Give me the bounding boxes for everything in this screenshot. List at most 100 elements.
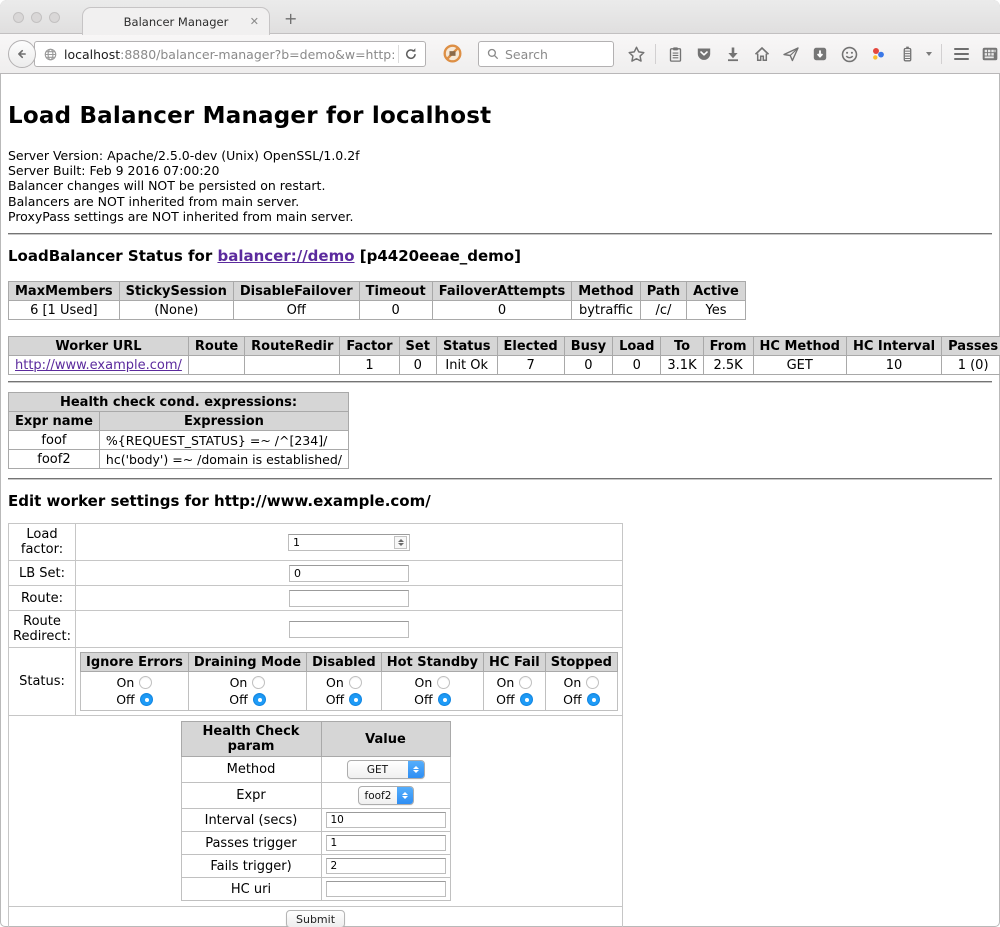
header-cell: Expression xyxy=(99,412,348,431)
header-cell: Timeout xyxy=(359,282,432,301)
disabled-on-radio[interactable] xyxy=(349,676,362,689)
header-cell: Worker URL xyxy=(9,337,189,356)
data-cell: 0 xyxy=(432,301,572,320)
hc-uri-cell xyxy=(321,878,450,901)
submit-cell: Submit xyxy=(9,907,623,927)
draining-mode-off-radio[interactable] xyxy=(253,693,266,706)
stopped-on-radio[interactable] xyxy=(586,676,599,689)
search-bar[interactable] xyxy=(478,41,614,67)
back-button[interactable] xyxy=(8,40,36,68)
hamburger-menu-icon[interactable] xyxy=(951,44,971,64)
hc-uri-input[interactable] xyxy=(326,881,446,897)
data-cell xyxy=(245,356,340,375)
hello-smiley-icon[interactable] xyxy=(839,44,859,64)
data-cell: 0 xyxy=(613,356,661,375)
route-redirect-input[interactable] xyxy=(289,621,409,638)
hc-uri-label: HC uri xyxy=(181,878,321,901)
off-label: Off xyxy=(496,692,514,707)
search-input[interactable] xyxy=(505,47,600,62)
header-cell: Path xyxy=(640,282,686,301)
grid-icon[interactable] xyxy=(980,44,1000,64)
health-check-expressions-table: Health check cond. expressions: Expr nam… xyxy=(8,392,349,469)
toolbar-buttons xyxy=(626,34,1000,74)
method-label: Method xyxy=(181,757,321,783)
hc-expr-row: Expr foof2 xyxy=(181,783,450,809)
number-spinner[interactable] xyxy=(394,536,407,549)
hc-fail-off-radio[interactable] xyxy=(520,693,533,706)
passes-cell xyxy=(321,832,450,855)
draining-mode-on-radio[interactable] xyxy=(252,676,265,689)
minimize-window-button[interactable] xyxy=(31,12,42,23)
submit-button[interactable]: Submit xyxy=(286,910,345,927)
data-cell: Yes xyxy=(687,301,746,320)
header-cell: Active xyxy=(687,282,746,301)
hc-fails-row: Fails trigger) xyxy=(181,855,450,878)
off-label: Off xyxy=(229,692,247,707)
save-page-icon[interactable] xyxy=(810,44,830,64)
expr-value: foof2 xyxy=(359,790,398,802)
close-window-button[interactable] xyxy=(13,12,24,23)
reload-icon[interactable] xyxy=(403,46,419,62)
pocket-icon[interactable] xyxy=(694,44,714,64)
battery-icon[interactable] xyxy=(897,44,917,64)
overflow-caret-icon[interactable] xyxy=(926,52,932,56)
status-col-hc-fail: HC Fail xyxy=(484,653,546,672)
load-factor-cell xyxy=(76,524,623,561)
ignore-errors-on-radio[interactable] xyxy=(139,676,152,689)
passes-input[interactable] xyxy=(326,835,446,851)
toolbar-separator xyxy=(655,44,656,64)
expr-select[interactable]: foof2 xyxy=(358,786,414,805)
content-blocker-icon[interactable] xyxy=(442,43,463,64)
expression-cell: %{REQUEST_STATUS} =~ /^[234]/ xyxy=(99,431,348,450)
home-icon[interactable] xyxy=(752,44,772,64)
hc-uri-row: HC uri xyxy=(181,878,450,901)
lb-set-input[interactable] xyxy=(289,565,409,582)
method-select[interactable]: GET xyxy=(347,760,425,779)
send-tab-icon[interactable] xyxy=(781,44,801,64)
persist-note-line: Balancer changes will NOT be persisted o… xyxy=(8,178,992,193)
hot-standby-off-radio[interactable] xyxy=(438,693,451,706)
downloads-icon[interactable] xyxy=(723,44,743,64)
ignore-errors-off-radio[interactable] xyxy=(140,693,153,706)
status-col-hot-standby: Hot Standby xyxy=(381,653,483,672)
expr-name-cell: foof2 xyxy=(9,450,100,469)
disabled-off-radio[interactable] xyxy=(349,693,362,706)
bookmark-star-icon[interactable] xyxy=(626,44,646,64)
url-bar[interactable]: localhost:8880/balancer-manager?b=demo&w… xyxy=(34,41,426,67)
table-title-row: Health check cond. expressions: xyxy=(9,393,349,412)
tab-close-icon[interactable]: ✕ xyxy=(250,15,259,28)
select-chevrons-icon xyxy=(408,761,424,778)
hc-method-row: Method GET xyxy=(181,757,450,783)
header-cell: Value xyxy=(321,722,450,757)
hot-standby-on-radio[interactable] xyxy=(437,676,450,689)
table-row: 6 [1 Used] (None) Off 0 0 bytraffic /c/ … xyxy=(9,301,746,320)
fails-input[interactable] xyxy=(326,858,446,874)
colored-dots-icon[interactable] xyxy=(868,44,888,64)
route-input[interactable] xyxy=(289,590,409,607)
route-cell xyxy=(76,586,623,611)
disabled-radios: On Off xyxy=(307,672,382,711)
hc-fail-on-radio[interactable] xyxy=(519,676,532,689)
load-factor-input[interactable] xyxy=(288,534,410,551)
new-tab-button[interactable]: + xyxy=(284,9,297,28)
on-label: On xyxy=(117,675,135,690)
edit-worker-form: Load factor: LB Set: Route: Route Redire… xyxy=(8,523,623,927)
data-cell: 7 xyxy=(497,356,564,375)
toolbar-separator xyxy=(941,44,942,64)
reading-list-icon[interactable] xyxy=(665,44,685,64)
worker-url-link[interactable]: http://www.example.com/ xyxy=(15,358,182,373)
zoom-window-button[interactable] xyxy=(49,12,60,23)
data-cell: 3.1K xyxy=(661,356,703,375)
interval-input[interactable] xyxy=(326,812,446,828)
data-cell: 6 [1 Used] xyxy=(9,301,120,320)
route-row: Route: xyxy=(9,586,623,611)
balancer-link[interactable]: balancer://demo xyxy=(217,247,354,265)
edit-worker-heading: Edit worker settings for http://www.exam… xyxy=(8,492,992,510)
table-header-row: MaxMembers StickySession DisableFailover… xyxy=(9,282,746,301)
fails-cell xyxy=(321,855,450,878)
status-col-ignore-errors: Ignore Errors xyxy=(81,653,189,672)
off-label: Off xyxy=(414,692,432,707)
tab-balancer-manager[interactable]: Balancer Manager ✕ xyxy=(82,7,270,35)
off-label: Off xyxy=(563,692,581,707)
stopped-off-radio[interactable] xyxy=(587,693,600,706)
